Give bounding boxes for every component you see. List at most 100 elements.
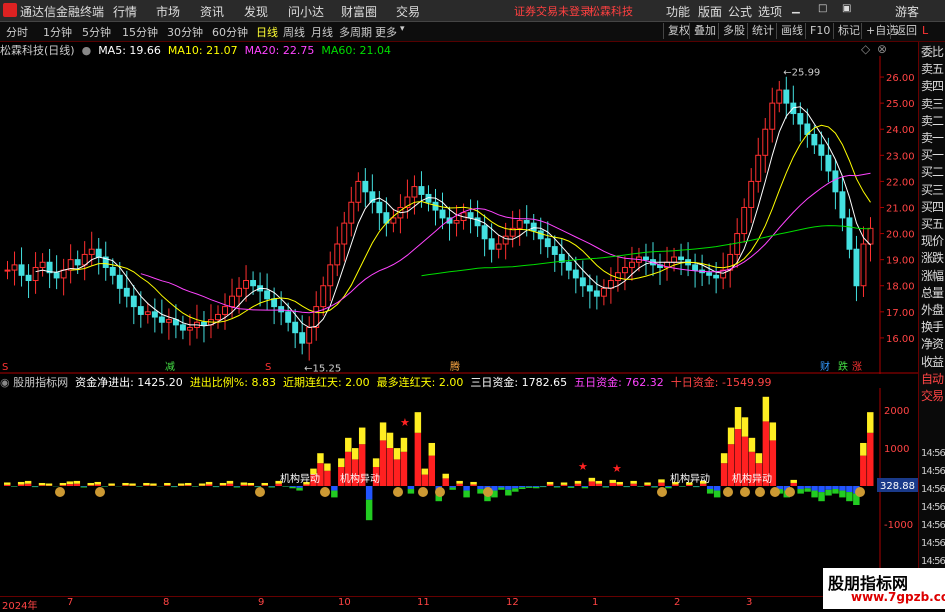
outflow-lower-bar xyxy=(693,486,699,487)
sidebar-item[interactable]: 卖二 xyxy=(921,114,945,128)
inflow-top-bar xyxy=(387,433,393,448)
sidebar-item[interactable]: 买一 xyxy=(921,148,945,162)
sidebar-item[interactable]: 买四 xyxy=(921,200,945,214)
tool-overlay[interactable]: 叠加 xyxy=(689,23,716,39)
candlestick-chart[interactable]: 26.0025.0024.0023.0022.0021.0020.0019.00… xyxy=(0,56,918,374)
l-indicator[interactable]: L xyxy=(922,24,928,37)
inflow-top-bar xyxy=(728,428,734,445)
maximize-button[interactable]: □ xyxy=(818,3,827,14)
sidebar-item[interactable]: 卖四 xyxy=(921,79,945,93)
sidebar-item[interactable]: 现价 xyxy=(921,234,945,248)
menu-wealth[interactable]: 财富圈 xyxy=(341,3,377,20)
tool-mark[interactable]: 标记 xyxy=(833,23,860,39)
period-fenshi[interactable]: 分时 xyxy=(6,24,28,40)
period-monthly[interactable]: 月线 xyxy=(311,24,333,40)
period-weekly[interactable]: 周线 xyxy=(283,24,305,40)
menu-ask[interactable]: 问小达 xyxy=(288,3,324,20)
sidebar-item[interactable]: 买三 xyxy=(921,183,945,197)
outflow-lower-bar xyxy=(234,487,240,488)
sidebar-item[interactable]: 净资 xyxy=(921,337,945,351)
menu-layout[interactable]: 版面 xyxy=(698,3,722,20)
period-multi[interactable]: 多周期 xyxy=(339,24,372,40)
menu-formula[interactable]: 公式 xyxy=(728,3,752,20)
menu-options[interactable]: 选项 xyxy=(758,3,782,20)
sidebar-item[interactable]: 卖五 xyxy=(921,62,945,76)
outflow-lower-bar xyxy=(603,487,609,488)
candle-body xyxy=(601,288,606,296)
sidebar-item[interactable]: 委比 xyxy=(921,45,945,59)
menu-discover[interactable]: 发现 xyxy=(244,3,268,20)
tool-stats[interactable]: 统计 xyxy=(747,23,774,39)
candle-body xyxy=(223,307,228,315)
sidebar-item[interactable]: 买五 xyxy=(921,217,945,231)
outflow-lower-bar xyxy=(804,488,810,491)
candle-body xyxy=(629,262,634,267)
sidebar-item[interactable]: 自动 xyxy=(921,372,945,386)
minimize-button[interactable]: ▁ xyxy=(792,3,800,14)
period-more[interactable]: 更多 xyxy=(375,24,397,40)
outflow-lower-bar xyxy=(512,488,518,491)
candle-body xyxy=(440,210,445,218)
sidebar-item[interactable]: 收益 xyxy=(921,355,945,369)
candle-body xyxy=(230,296,235,306)
sidebar-item[interactable]: 换手 xyxy=(921,320,945,334)
time-axis-label: 8 xyxy=(163,597,169,608)
indicator-legend: ◉ 股朋指标网 资金净进出: 1425.20 进出比例%: 8.83 近期连红天… xyxy=(0,374,771,388)
tool-f10[interactable]: F10 xyxy=(805,23,830,39)
candle-body xyxy=(89,249,94,254)
inflow-top-bar xyxy=(199,483,205,485)
inflow-bar xyxy=(220,485,226,486)
inflow-top-bar xyxy=(415,412,421,433)
sidebar-item[interactable]: 买二 xyxy=(921,165,945,179)
period-1min[interactable]: 1分钟 xyxy=(43,24,72,40)
menu-trade[interactable]: 交易 xyxy=(396,3,420,20)
inflow-top-bar xyxy=(122,483,128,485)
guest-label[interactable]: 游客 xyxy=(895,3,919,20)
candle-body xyxy=(286,312,291,322)
fund-flow-chart[interactable]: 200010000-1000328.88机构异动机构异动机构异动机构异动★★★ xyxy=(0,388,918,596)
period-60min[interactable]: 60分钟 xyxy=(212,24,248,40)
candle-body xyxy=(300,333,305,343)
candle-body xyxy=(138,307,143,315)
period-30min[interactable]: 30分钟 xyxy=(167,24,203,40)
candle-body xyxy=(517,221,522,229)
tool-back[interactable]: 返回 xyxy=(890,23,917,39)
tool-draw[interactable]: 画线 xyxy=(776,23,803,39)
period-5min[interactable]: 5分钟 xyxy=(82,24,111,40)
menu-function[interactable]: 功能 xyxy=(666,3,690,20)
inflow-top-bar xyxy=(338,458,344,467)
diamond-icon[interactable]: ◇ xyxy=(861,42,870,56)
menu-news[interactable]: 资讯 xyxy=(200,3,224,20)
tool-fuquan[interactable]: 复权 xyxy=(663,23,690,39)
inflow-bar xyxy=(88,485,94,486)
inflow-top-bar xyxy=(373,458,379,467)
sidebar-item[interactable]: 交易 xyxy=(921,389,945,403)
money-bag-icon xyxy=(740,487,750,497)
sidebar-item[interactable]: 涨幅 xyxy=(921,269,945,283)
period-daily[interactable]: 日线 xyxy=(256,24,278,40)
restore-button[interactable]: ▣ xyxy=(842,3,851,14)
inflow-top-bar xyxy=(547,482,553,485)
inflow-bar xyxy=(721,463,727,486)
stock-name-title: 松霖科技 xyxy=(589,3,633,19)
sidebar-item[interactable]: 总量 xyxy=(921,286,945,300)
inflow-bar xyxy=(860,456,866,486)
login-notice[interactable]: 证券交易未登录 xyxy=(514,3,591,19)
indicator-tick-label: 2000 xyxy=(884,406,909,417)
close-icon[interactable]: ⊗ xyxy=(877,42,887,56)
tool-multi-stock[interactable]: 多股 xyxy=(718,23,745,39)
more-chevron-icon[interactable]: ▾ xyxy=(400,24,405,34)
time-axis-label: 2 xyxy=(674,597,680,608)
sidebar-item[interactable]: 外盘 xyxy=(921,303,945,317)
candle-body xyxy=(342,223,347,244)
period-15min[interactable]: 15分钟 xyxy=(122,24,158,40)
outflow-bar xyxy=(408,486,414,489)
inflow-bar xyxy=(262,485,268,486)
menu-market[interactable]: 行情 xyxy=(113,3,137,20)
inflow-top-bar xyxy=(129,483,135,485)
outflow-lower-bar xyxy=(171,486,177,487)
sidebar-item[interactable]: 卖三 xyxy=(921,97,945,111)
sidebar-item[interactable]: 涨跌 xyxy=(921,251,945,265)
sidebar-item[interactable]: 卖一 xyxy=(921,131,945,145)
menu-markets[interactable]: 市场 xyxy=(156,3,180,20)
